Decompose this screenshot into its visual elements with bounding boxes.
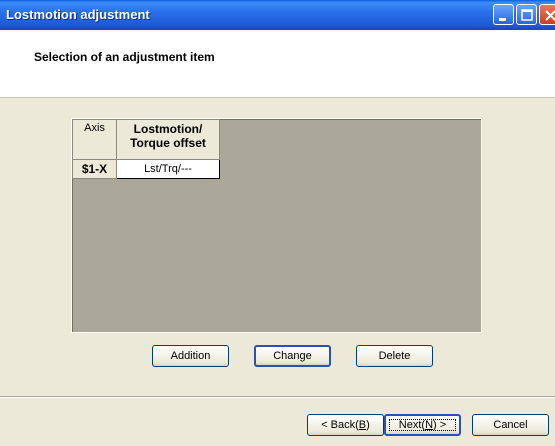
table-header-row: Axis Lostmotion/ Torque offset xyxy=(72,119,220,160)
table-cell-lostmotion[interactable]: Lst/Trq/--- xyxy=(116,159,220,179)
back-label-suffix: ) xyxy=(366,419,370,431)
back-button[interactable]: < Back(B) xyxy=(307,414,384,436)
table-row[interactable]: $1-X Lst/Trq/--- xyxy=(72,159,220,179)
footer-separator xyxy=(0,396,555,398)
column-header-axis[interactable]: Axis xyxy=(72,119,117,160)
change-button[interactable]: Change xyxy=(254,345,331,367)
maximize-button[interactable] xyxy=(516,4,537,25)
close-icon xyxy=(545,10,555,21)
back-label-prefix: < Back( xyxy=(321,419,359,431)
dialog-window: Lostmotion adjustment Selection of an ad… xyxy=(0,0,555,446)
row-header-axis[interactable]: $1-X xyxy=(72,159,117,179)
minimize-button[interactable] xyxy=(493,4,514,25)
column-header-line1: Lostmotion/ xyxy=(133,122,203,136)
minimize-icon xyxy=(499,18,506,21)
wizard-header: Selection of an adjustment item xyxy=(0,30,555,98)
title-bar[interactable]: Lostmotion adjustment xyxy=(0,0,555,30)
delete-button[interactable]: Delete xyxy=(356,345,433,367)
maximize-icon xyxy=(521,9,533,21)
next-button[interactable]: Next(N) > xyxy=(384,414,461,436)
window-title: Lostmotion adjustment xyxy=(6,7,150,22)
column-header-lostmotion[interactable]: Lostmotion/ Torque offset xyxy=(116,119,220,160)
column-header-line2: Torque offset xyxy=(130,136,206,150)
addition-button[interactable]: Addition xyxy=(152,345,229,367)
page-title: Selection of an adjustment item xyxy=(34,50,215,64)
cancel-button[interactable]: Cancel xyxy=(472,414,549,436)
close-button[interactable] xyxy=(539,4,555,25)
adjustment-table: Axis Lostmotion/ Torque offset $1-X Lst/… xyxy=(72,119,220,179)
adjustment-grid[interactable]: Axis Lostmotion/ Torque offset $1-X Lst/… xyxy=(71,118,482,333)
